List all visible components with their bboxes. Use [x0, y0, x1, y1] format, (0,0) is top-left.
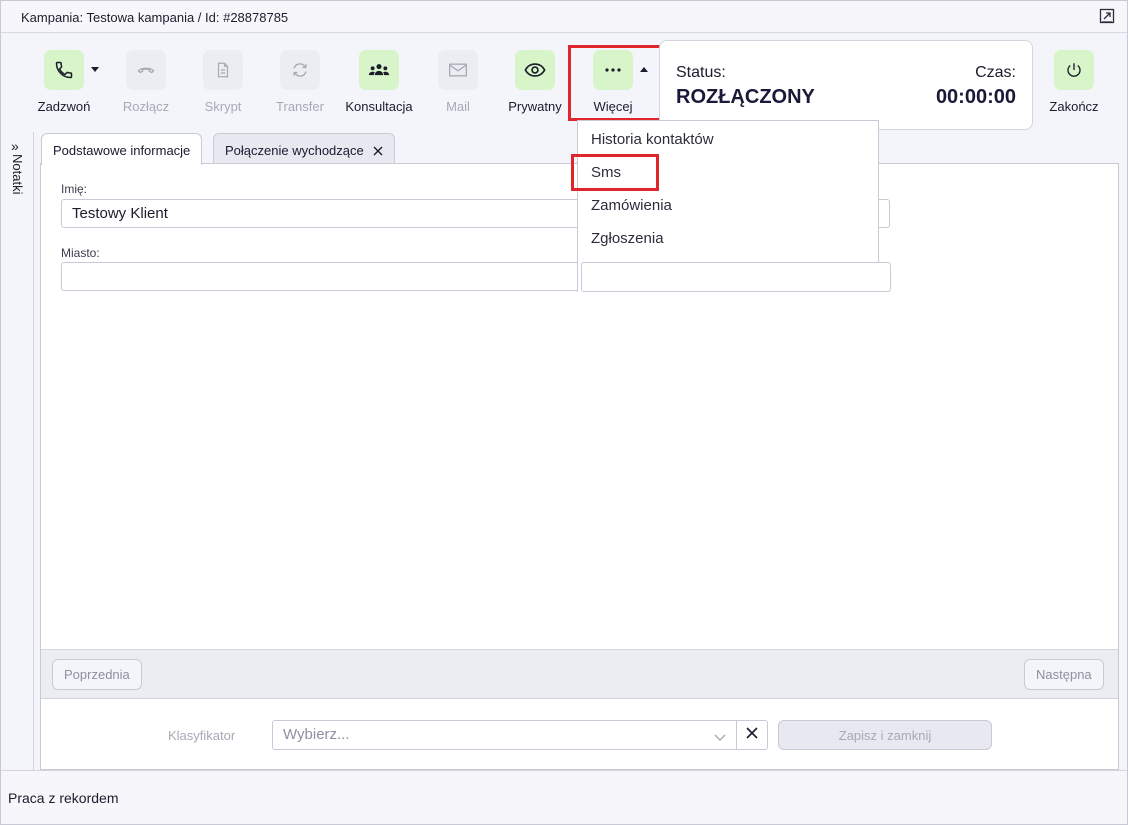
hangup-icon: [126, 50, 166, 90]
tab-outgoing-call[interactable]: Połączenie wychodzące: [213, 133, 396, 164]
window-title: Kampania: Testowa kampania / Id: #288787…: [21, 10, 289, 25]
call-dropdown-chevron-icon[interactable]: [91, 67, 99, 72]
call-status-panel: Status: ROZŁĄCZONY Czas: 00:00:00: [659, 40, 1033, 130]
close-icon[interactable]: [373, 144, 383, 159]
save-and-close-button[interactable]: Zapisz i zamknij: [778, 720, 992, 750]
tab-basic-info[interactable]: Podstawowe informacje: [41, 133, 203, 165]
power-icon: [1054, 50, 1094, 90]
title-bar: Kampania: Testowa kampania / Id: #288787…: [1, 1, 1127, 33]
classifier-clear-button[interactable]: [736, 720, 768, 750]
record-navigation-bar: [41, 649, 1118, 699]
classifier-label: Klasyfikator: [168, 728, 236, 743]
popout-icon[interactable]: [1099, 8, 1115, 24]
classifier-select[interactable]: Wybierz...: [272, 720, 737, 750]
menu-item-tickets[interactable]: Zgłoszenia: [591, 230, 664, 247]
more-dots-icon: [593, 50, 633, 90]
city-field-label: Miasto:: [61, 246, 100, 260]
transfer-icon: [280, 50, 320, 90]
double-chevron-right-icon: »: [11, 138, 19, 154]
document-icon: [203, 50, 243, 90]
status-label: Status:: [676, 64, 726, 81]
finish-button[interactable]: Zakończ: [1034, 50, 1114, 114]
transfer-button[interactable]: Transfer: [260, 50, 340, 114]
chevron-down-icon: [714, 729, 726, 746]
more-dropdown-chevron-icon[interactable]: [640, 67, 648, 72]
more-button[interactable]: Więcej: [573, 50, 653, 114]
previous-button[interactable]: Poprzednia: [52, 659, 142, 690]
footer-bar: Praca z rekordem: [1, 770, 1127, 824]
menu-item-contact-history[interactable]: Historia kontaktów: [591, 131, 714, 148]
more-dropdown-menu: Historia kontaktów Sms Zamówienia Zgłosz…: [577, 120, 891, 292]
campaign-window: Kampania: Testowa kampania / Id: #288787…: [0, 0, 1128, 825]
consultation-label: Konsultacja: [345, 99, 413, 114]
script-button[interactable]: Skrypt: [183, 50, 263, 114]
classifier-placeholder: Wybierz...: [283, 726, 350, 743]
group-icon: [359, 50, 399, 90]
hangup-label: Rozłącz: [122, 99, 170, 114]
mail-button[interactable]: Mail: [418, 50, 498, 114]
private-label: Prywatny: [508, 99, 562, 114]
finish-label: Zakończ: [1049, 99, 1099, 114]
call-button[interactable]: Zadzwoń: [24, 50, 104, 114]
partially-covered-field: [581, 262, 891, 292]
close-icon: [746, 726, 758, 744]
tab-label: Podstawowe informacje: [53, 143, 191, 158]
call-label: Zadzwoń: [37, 99, 91, 114]
tab-label: Połączenie wychodzące: [225, 143, 364, 158]
name-field-label: Imię:: [61, 182, 88, 196]
mail-icon: [438, 50, 478, 90]
mail-label: Mail: [446, 99, 470, 114]
consultation-button[interactable]: Konsultacja: [339, 50, 419, 114]
phone-icon: [44, 50, 84, 90]
transfer-label: Transfer: [276, 99, 324, 114]
time-value: 00:00:00: [935, 86, 1016, 108]
more-label: Więcej: [593, 99, 633, 114]
eye-icon: [515, 50, 555, 90]
menu-item-orders[interactable]: Zamówienia: [591, 197, 672, 214]
time-label: Czas:: [975, 64, 1016, 81]
menu-item-sms[interactable]: Sms: [591, 164, 621, 181]
status-value: ROZŁĄCZONY: [676, 86, 815, 108]
private-button[interactable]: Prywatny: [495, 50, 575, 114]
footer-text: Praca z rekordem: [8, 790, 119, 806]
notes-panel-toggle[interactable]: » Notatki: [1, 132, 34, 770]
notes-label: Notatki: [10, 154, 25, 195]
script-label: Skrypt: [204, 99, 242, 114]
hangup-button[interactable]: Rozłącz: [106, 50, 186, 114]
next-button[interactable]: Następna: [1024, 659, 1104, 690]
